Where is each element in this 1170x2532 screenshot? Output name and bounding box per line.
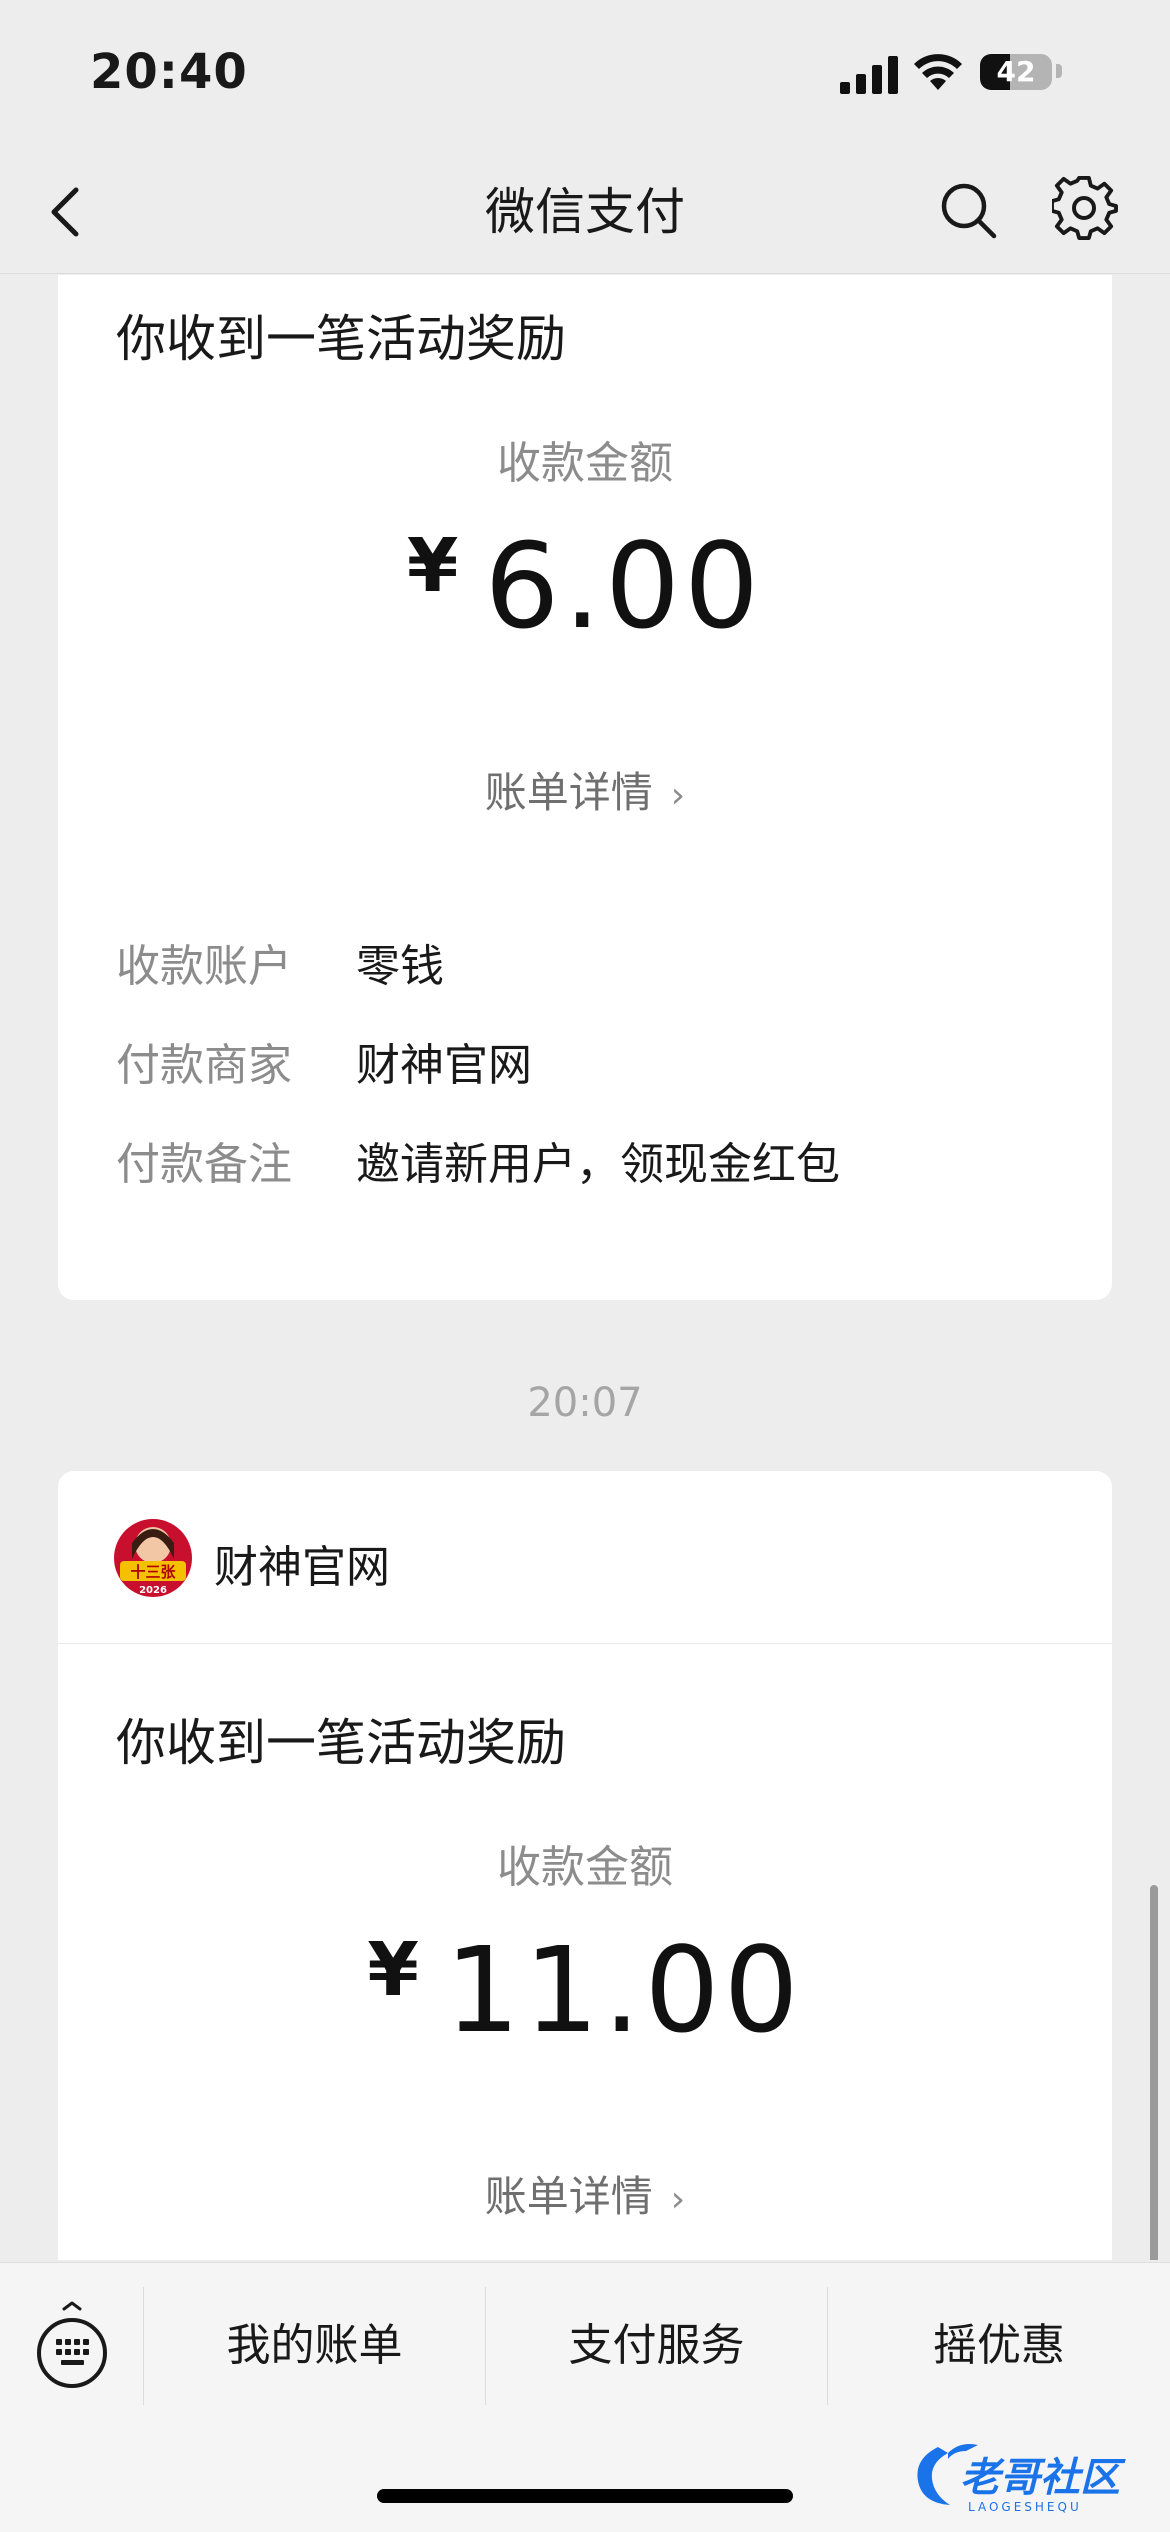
info-value: 零钱 bbox=[356, 941, 444, 992]
bill-detail-link[interactable]: 账单详情 › bbox=[58, 759, 1112, 820]
currency-symbol: ¥ bbox=[406, 523, 463, 609]
amount-value: ¥11.00 bbox=[58, 1921, 1112, 2059]
watermark-text: 老哥社区 bbox=[960, 2455, 1126, 2501]
merchant-logo-icon: 十三张 2026 bbox=[114, 1519, 192, 1597]
cellular-signal-icon bbox=[840, 56, 898, 94]
battery-percentage: 42 bbox=[996, 55, 1036, 88]
amount-number: 6.00 bbox=[484, 517, 764, 655]
bottom-menu-bar: 我的账单 支付服务 摇优惠 老哥社区 LAOGESHEQU bbox=[0, 2262, 1170, 2532]
chevron-right-icon: › bbox=[670, 775, 686, 816]
battery-icon: 42 bbox=[980, 54, 1052, 90]
amount-number: 11.00 bbox=[444, 1921, 803, 2059]
watermark-subtext: LAOGESHEQU bbox=[968, 2500, 1082, 2514]
battery-cap bbox=[1056, 64, 1062, 78]
chevron-right-icon: › bbox=[670, 2179, 686, 2220]
info-value: 邀请新用户，领现金红包 bbox=[356, 1139, 840, 1190]
watermark-logo: 老哥社区 LAOGESHEQU bbox=[917, 2444, 1126, 2514]
merchant-header[interactable]: 十三张 2026 财神官网 bbox=[58, 1471, 1112, 1644]
scrollbar[interactable] bbox=[1150, 1885, 1158, 2260]
info-label: 收款账户 bbox=[116, 941, 292, 992]
merchant-name: 财神官网 bbox=[214, 1542, 390, 1593]
amount-label: 收款金额 bbox=[497, 438, 673, 489]
currency-symbol: ¥ bbox=[367, 1927, 423, 2013]
info-label: 付款商家 bbox=[116, 1040, 292, 1091]
info-value: 财神官网 bbox=[356, 1040, 532, 1091]
message-timestamp: 20:07 bbox=[527, 1380, 643, 1426]
status-time: 20:40 bbox=[90, 44, 248, 100]
info-label: 付款备注 bbox=[116, 1139, 292, 1190]
menu-payment-services[interactable]: 支付服务 bbox=[486, 2287, 827, 2405]
amount-value: ¥6.00 bbox=[58, 517, 1112, 655]
payment-notification-card[interactable]: 十三张 2026 财神官网 你收到一笔活动奖励 收款金额 ¥11.00 账单详情… bbox=[58, 1471, 1112, 2260]
search-icon[interactable] bbox=[936, 178, 1000, 242]
amount-label: 收款金额 bbox=[497, 1842, 673, 1893]
nav-bar: 微信支付 bbox=[0, 150, 1170, 274]
payment-notification-card[interactable]: 你收到一笔活动奖励 收款金额 ¥6.00 账单详情 › 收款账户 零钱 付款商家 … bbox=[58, 275, 1112, 1300]
keyboard-icon[interactable] bbox=[34, 2301, 110, 2391]
avatar-year: 2026 bbox=[139, 1585, 167, 1596]
bill-detail-link[interactable]: 账单详情 › bbox=[58, 2163, 1112, 2224]
card-title: 你收到一笔活动奖励 bbox=[116, 310, 566, 368]
home-indicator[interactable] bbox=[377, 2489, 793, 2503]
status-bar: 20:40 42 bbox=[0, 0, 1170, 150]
card-title: 你收到一笔活动奖励 bbox=[116, 1714, 566, 1772]
message-list[interactable]: 你收到一笔活动奖励 收款金额 ¥6.00 账单详情 › 收款账户 零钱 付款商家 … bbox=[0, 275, 1170, 2260]
menu-my-bills[interactable]: 我的账单 bbox=[144, 2287, 485, 2405]
wifi-icon bbox=[914, 54, 962, 90]
gear-icon[interactable] bbox=[1052, 176, 1118, 242]
avatar-text: 十三张 bbox=[130, 1563, 176, 1581]
merchant-avatar: 十三张 2026 bbox=[114, 1519, 192, 1597]
status-icons: 42 bbox=[840, 50, 1120, 100]
bill-detail-label: 账单详情 bbox=[484, 2172, 653, 2221]
menu-shake-deals[interactable]: 摇优惠 bbox=[828, 2287, 1170, 2405]
bill-detail-label: 账单详情 bbox=[484, 768, 653, 817]
